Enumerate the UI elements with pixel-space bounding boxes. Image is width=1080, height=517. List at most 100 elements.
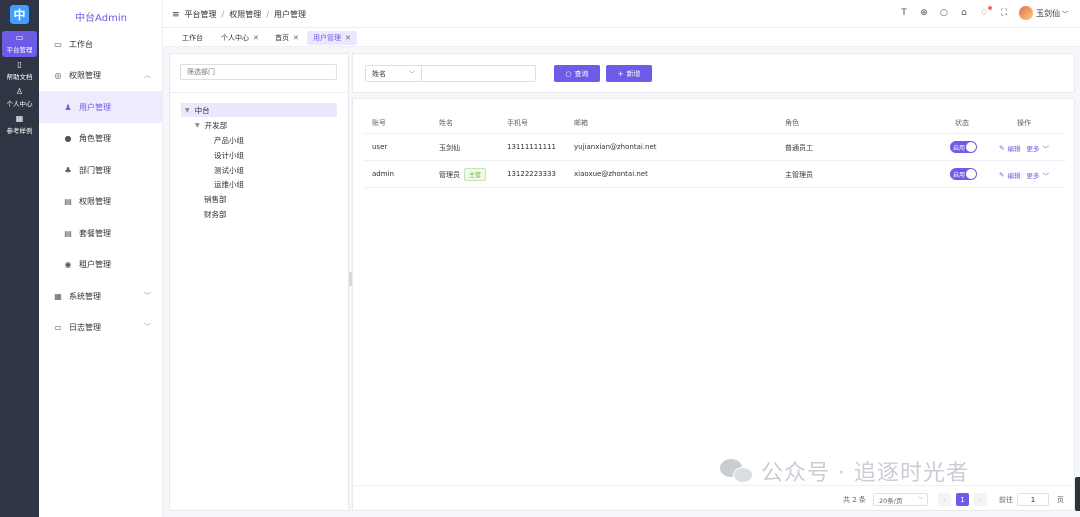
- query-button[interactable]: ○ 查询: [554, 65, 600, 82]
- app-logo[interactable]: 中: [10, 5, 29, 24]
- menu-item-permissions[interactable]: ▤ 权限管理: [39, 185, 163, 217]
- goto-label: 前往: [999, 496, 1013, 504]
- edit-link[interactable]: 编辑: [1007, 170, 1020, 180]
- breadcrumb-separator: /: [221, 10, 225, 19]
- tree-node[interactable]: 测试小组: [214, 163, 244, 177]
- next-page-button[interactable]: ›: [974, 493, 987, 506]
- edit-link[interactable]: 编辑: [1007, 143, 1020, 153]
- floating-strip[interactable]: [1075, 477, 1080, 511]
- column-header: 姓名: [439, 119, 453, 127]
- tree-node[interactable]: ▼ 中台: [181, 103, 337, 117]
- cell-account: user: [372, 143, 388, 151]
- tab-label: 首页: [275, 34, 289, 42]
- row-actions: ✎ 编辑 更多 ﹀: [999, 143, 1049, 153]
- cell-name: 玉剑仙: [439, 144, 460, 152]
- shirt-icon[interactable]: ⌂: [959, 8, 969, 18]
- fullscreen-icon[interactable]: ⛶: [999, 8, 1009, 18]
- caret-down-icon[interactable]: ▼: [185, 107, 190, 114]
- breadcrumb-item[interactable]: 平台管理: [185, 9, 217, 20]
- divider: [363, 160, 1066, 161]
- menu-item-roles[interactable]: ● 角色管理: [39, 122, 163, 154]
- tree-node[interactable]: 设计小组: [214, 148, 244, 162]
- tree-node-label: 开发部: [204, 120, 228, 130]
- grid-icon: ▦: [15, 114, 24, 123]
- rail-item-samples[interactable]: ▦ 参考样例: [0, 112, 39, 138]
- tree-node-label: 销售部: [204, 194, 227, 204]
- divider: [170, 92, 348, 93]
- tab-home[interactable]: 首页 ✕: [269, 31, 305, 45]
- filter-bar: 姓名 ﹀ ○ 查询 + 新增: [352, 53, 1075, 93]
- menu-item-departments[interactable]: ♣ 部门管理: [39, 154, 163, 186]
- tree-node-label: 测试小组: [214, 165, 244, 175]
- rail-item-docs[interactable]: ▯ 帮助文档: [0, 58, 39, 84]
- menu-item-packages[interactable]: ▤ 套餐管理: [39, 217, 163, 249]
- text-size-icon[interactable]: T: [899, 8, 909, 18]
- status-label: 启用: [953, 171, 966, 179]
- rail-item-platform[interactable]: ▭ 平台管理: [2, 31, 37, 57]
- tab-label: 用户管理: [313, 34, 341, 42]
- tree-node[interactable]: ▼ 开发部: [195, 118, 227, 132]
- edit-icon: ✎: [999, 171, 1005, 179]
- menu-item-permission[interactable]: ◎ 权限管理 ︿: [39, 59, 163, 91]
- menu-item-label: 权限管理: [79, 196, 111, 206]
- menu-item-workbench[interactable]: ▭ 工作台: [39, 28, 163, 60]
- permission-icon: ▤: [64, 196, 72, 206]
- add-button[interactable]: + 新增: [606, 65, 652, 82]
- tab-label: 工作台: [182, 34, 203, 42]
- cell-phone: 13111111111: [507, 143, 556, 151]
- rail-item-profile[interactable]: ♙ 个人中心: [0, 85, 39, 111]
- tree-node[interactable]: 销售部: [204, 192, 227, 206]
- menu-item-label: 系统管理: [69, 291, 101, 301]
- close-icon[interactable]: ✕: [293, 34, 299, 42]
- tree-node[interactable]: 产品小组: [214, 133, 244, 147]
- more-link[interactable]: 更多: [1026, 143, 1039, 153]
- menu-item-logs[interactable]: ▭ 日志管理 ﹀: [39, 311, 163, 343]
- watermark: 公众号 · 追逐时光者: [720, 455, 969, 487]
- menu-item-tenants[interactable]: ◉ 租户管理: [39, 248, 163, 280]
- cell-email: yujianxian@zhontai.net: [574, 143, 657, 151]
- menu-toggle-icon[interactable]: ≡: [172, 10, 180, 20]
- rail-item-label: 个人中心: [6, 100, 33, 108]
- tab-workbench[interactable]: 工作台: [176, 31, 209, 45]
- menu-item-system[interactable]: ▦ 系统管理 ﹀: [39, 280, 163, 312]
- department-search-input[interactable]: [180, 64, 337, 80]
- shield-icon: ◎: [54, 70, 62, 80]
- page-number-button[interactable]: 1: [956, 493, 969, 506]
- side-menu: 中台Admin ▭ 工作台 ◎ 权限管理 ︿ ♟ 用户管理 ● 角色管理 ♣ 部…: [39, 0, 163, 517]
- prev-page-button[interactable]: ‹: [938, 493, 951, 506]
- close-icon[interactable]: ✕: [253, 34, 259, 42]
- workbench-icon: ▭: [54, 39, 62, 49]
- person-icon: ♙: [15, 87, 24, 96]
- status-label: 启用: [953, 144, 966, 152]
- tab-users[interactable]: 用户管理 ✕: [307, 31, 357, 45]
- goto-page-input[interactable]: 1: [1017, 493, 1049, 506]
- status-switch[interactable]: 启用: [950, 168, 977, 180]
- tree-node[interactable]: 运维小组: [214, 177, 244, 191]
- field-select[interactable]: 姓名 ﹀: [365, 65, 422, 82]
- chevron-down-icon: ﹀: [144, 323, 151, 331]
- breadcrumb-item[interactable]: 权限管理: [229, 9, 261, 20]
- tab-label: 个人中心: [221, 34, 249, 42]
- cell-role: 主管理员: [785, 171, 813, 179]
- status-switch[interactable]: 启用: [950, 141, 977, 153]
- tree-node[interactable]: 财务部: [204, 207, 227, 221]
- row-actions: ✎ 编辑 更多 ﹀: [999, 170, 1049, 180]
- close-icon[interactable]: ✕: [345, 34, 351, 42]
- menu-item-users[interactable]: ♟ 用户管理: [39, 91, 163, 123]
- role-icon: ●: [64, 133, 72, 143]
- keyword-input[interactable]: [421, 65, 536, 82]
- page-size-select[interactable]: 20条/页 ﹀: [873, 493, 928, 506]
- rail-item-label: 平台管理: [6, 46, 33, 54]
- header-toolbar: T ⊕ ○ ⌂ ♢ ⛶ 玉剑仙 ﹀: [899, 6, 1068, 20]
- column-header: 手机号: [507, 119, 528, 127]
- tab-profile[interactable]: 个人中心 ✕: [215, 31, 265, 45]
- bell-icon[interactable]: ♢: [979, 6, 992, 18]
- cell-account: admin: [372, 170, 394, 178]
- search-icon[interactable]: ○: [939, 8, 949, 18]
- more-link[interactable]: 更多: [1026, 170, 1039, 180]
- user-menu[interactable]: 玉剑仙 ﹀: [1018, 6, 1068, 20]
- globe-icon[interactable]: ⊕: [919, 8, 929, 18]
- caret-down-icon[interactable]: ▼: [195, 122, 200, 129]
- divider: [363, 133, 1066, 134]
- tree-node-label: 设计小组: [214, 150, 244, 160]
